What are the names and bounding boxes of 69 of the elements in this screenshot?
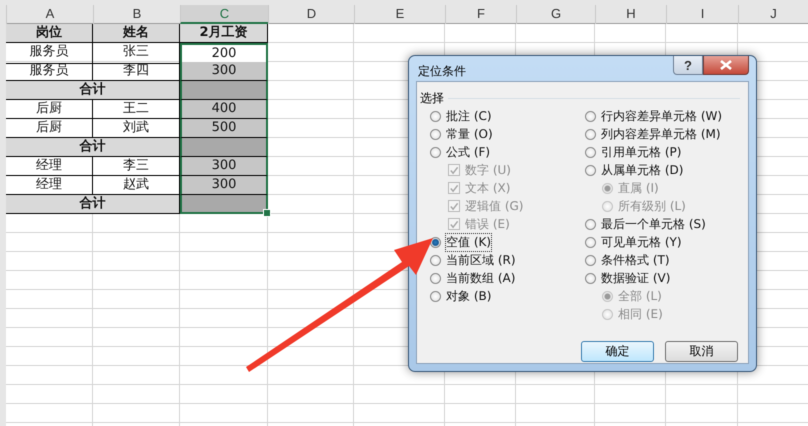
table-cell: 300	[180, 157, 268, 176]
table-cell: 2月工资	[180, 24, 268, 43]
radio-button[interactable]	[430, 110, 441, 122]
option-label: 全部 (L)	[618, 288, 662, 304]
column-header[interactable]: I	[666, 5, 738, 24]
option-label: 数据验证 (V)	[601, 270, 670, 286]
column-header[interactable]: D	[268, 5, 354, 24]
option-label: 当前区域 (R)	[446, 252, 516, 268]
radio-button[interactable]	[430, 236, 441, 248]
option-label: 常量 (O)	[446, 126, 493, 142]
radio-button[interactable]	[585, 254, 596, 266]
table-cell: 400	[180, 100, 268, 119]
table-cell: 合计	[6, 138, 180, 157]
table-cell: 合计	[6, 81, 180, 100]
option-label: 逻辑值 (G)	[465, 198, 524, 214]
option-label: 引用单元格 (P)	[601, 144, 682, 160]
radio-button[interactable]	[585, 164, 596, 176]
option-label: 直属 (I)	[618, 180, 659, 196]
radio-button[interactable]	[430, 272, 441, 284]
table-cell: 后厨	[6, 100, 93, 119]
table-cell: 岗位	[6, 24, 93, 43]
option-label: 所有级别 (L)	[618, 198, 686, 214]
table-cell: 200	[180, 43, 268, 64]
radio-button[interactable]	[430, 128, 441, 140]
column-header[interactable]: F	[445, 5, 516, 24]
table-cell: 合计	[6, 195, 180, 214]
option-label: 从属单元格 (D)	[601, 162, 684, 178]
option-label: 条件格式 (T)	[601, 252, 670, 268]
option-label: 可见单元格 (Y)	[601, 234, 682, 250]
column-header[interactable]: J	[738, 5, 808, 24]
radio-button[interactable]	[430, 254, 441, 266]
ok-button[interactable]: 确定	[581, 341, 654, 362]
column-header[interactable]: C	[180, 5, 268, 24]
table-cell: 300	[180, 176, 268, 195]
table-cell: 500	[180, 119, 268, 138]
option-label: 批注 (C)	[446, 108, 492, 124]
radio-button[interactable]	[585, 218, 596, 230]
radio-button[interactable]	[585, 110, 596, 122]
dialog-title: 定位条件	[418, 63, 467, 80]
column-header[interactable]: G	[516, 5, 595, 24]
column-header[interactable]: E	[354, 5, 445, 24]
help-button[interactable]: ?	[673, 56, 703, 75]
fill-handle[interactable]	[263, 209, 271, 217]
radio-button[interactable]	[585, 128, 596, 140]
close-button[interactable]	[703, 56, 749, 75]
option-label: 空值 (K)	[446, 234, 492, 250]
option-label: 公式 (F)	[446, 144, 490, 160]
option-label: 列内容差异单元格 (M)	[601, 126, 721, 142]
table-cell: 服务员	[6, 43, 93, 64]
radio-button[interactable]	[585, 146, 596, 158]
column-header[interactable]: H	[595, 5, 666, 24]
option-label: 错误 (E)	[465, 216, 510, 232]
option-label: 文本 (X)	[465, 180, 510, 196]
cancel-button[interactable]: 取消	[665, 341, 738, 362]
option-label: 最后一个单元格 (S)	[601, 216, 706, 232]
close-icon	[720, 60, 732, 70]
radio-button[interactable]	[430, 146, 441, 158]
option-label: 数字 (U)	[465, 162, 511, 178]
radio-button[interactable]	[585, 236, 596, 248]
table-cell: 300	[180, 62, 268, 81]
option-label: 当前数组 (A)	[446, 270, 516, 286]
radio-button[interactable]	[430, 290, 441, 302]
table-cell: 姓名	[93, 24, 180, 43]
option-label: 相同 (E)	[618, 306, 663, 322]
radio-button[interactable]	[585, 272, 596, 284]
table-cell: 经理	[6, 157, 93, 176]
group-label: 选择	[420, 90, 448, 107]
option-label: 对象 (B)	[446, 288, 492, 304]
option-label: 行内容差异单元格 (W)	[601, 108, 722, 124]
